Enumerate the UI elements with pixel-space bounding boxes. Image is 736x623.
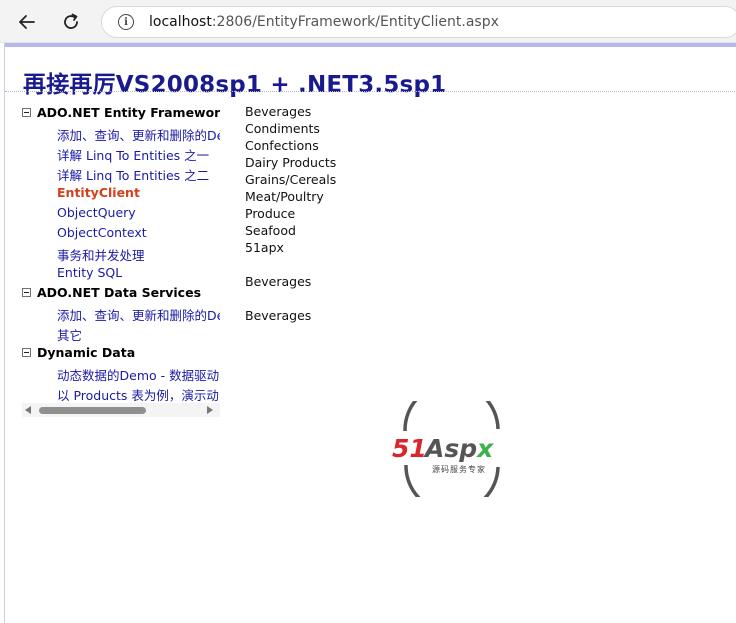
- address-bar[interactable]: i localhost:2806/EntityFramework/EntityC…: [101, 6, 736, 38]
- tree-item-entity-sql[interactable]: Entity SQL: [57, 265, 122, 280]
- logo-aspx-text: Aspx: [423, 434, 494, 463]
- reload-icon: [64, 13, 78, 29]
- tree-item-entityclient[interactable]: EntityClient: [57, 185, 140, 200]
- page-content: 再接再厉VS2008sp1 + .NET3.5sp1 ADO.NET Entit…: [4, 43, 736, 623]
- logo-x-letter: x: [475, 434, 494, 463]
- tree-item-objectquery[interactable]: ObjectQuery: [57, 205, 136, 220]
- result-line: Beverages: [245, 274, 312, 289]
- scroll-right-icon[interactable]: [207, 406, 213, 414]
- list-item: 51apx: [245, 240, 284, 255]
- browser-toolbar: i localhost:2806/EntityFramework/EntityC…: [0, 0, 736, 43]
- collapse-icon[interactable]: [22, 348, 31, 357]
- back-arrow-icon: [19, 15, 35, 29]
- tree-item-crud-demo[interactable]: 添加、查询、更新和删除的De: [57, 125, 220, 144]
- tree-item-objectcontext[interactable]: ObjectContext: [57, 225, 147, 240]
- url-text[interactable]: localhost:2806/EntityFramework/EntityCli…: [149, 14, 499, 30]
- tree-item-linq-2[interactable]: 详解 Linq To Entities 之二: [57, 165, 209, 184]
- list-item: Confections: [245, 138, 319, 153]
- back-button[interactable]: [14, 9, 40, 35]
- tree-item-ds-crud-demo[interactable]: 添加、查询、更新和删除的De: [57, 305, 220, 324]
- list-item: Beverages: [245, 104, 312, 119]
- top-accent-line: [5, 43, 736, 47]
- list-item: Condiments: [245, 121, 320, 136]
- list-item: Produce: [245, 206, 296, 221]
- reload-button[interactable]: [58, 9, 84, 35]
- tree-item-dd-demo[interactable]: 动态数据的Demo - 数据驱动: [57, 365, 219, 384]
- scroll-left-icon[interactable]: [25, 406, 31, 414]
- list-item: Meat/Poultry: [245, 189, 324, 204]
- tree-item-transactions[interactable]: 事务和并发处理: [57, 245, 145, 264]
- tree-group-dynamic-data[interactable]: Dynamic Data: [22, 345, 135, 360]
- logo-51-text: 51: [392, 434, 427, 463]
- tree-item-linq-1[interactable]: 详解 Linq To Entities 之一: [57, 145, 209, 164]
- url-host: localhost: [149, 14, 212, 30]
- url-path: :2806/EntityFramework/EntityClient.aspx: [211, 14, 499, 30]
- site-info-icon[interactable]: i: [118, 14, 134, 30]
- title-divider: [5, 91, 736, 92]
- result-line: Beverages: [245, 308, 312, 323]
- tree-group-label[interactable]: ADO.NET Data Services: [37, 285, 201, 300]
- tree-group-label[interactable]: Dynamic Data: [37, 345, 135, 360]
- tree-horizontal-scrollbar[interactable]: [22, 403, 220, 417]
- list-item: Dairy Products: [245, 155, 337, 170]
- collapse-icon[interactable]: [22, 108, 31, 117]
- scroll-thumb[interactable]: [39, 407, 146, 414]
- collapse-icon[interactable]: [22, 288, 31, 297]
- tree-group-label[interactable]: ADO.NET Entity Framework: [37, 105, 220, 120]
- 51aspx-logo: 51 Aspx 源码服务专家: [392, 401, 500, 497]
- page-title: 再接再厉VS2008sp1 + .NET3.5sp1: [23, 72, 447, 98]
- logo-tagline: 源码服务专家: [432, 464, 486, 474]
- nav-tree: ADO.NET Entity Framework 添加、查询、更新和删除的De …: [22, 105, 220, 410]
- list-item: Grains/Cereals: [245, 172, 337, 187]
- tree-group-entity-framework[interactable]: ADO.NET Entity Framework: [22, 105, 220, 120]
- tree-item-dd-products[interactable]: 以 Products 表为例，演示动: [57, 385, 219, 404]
- tree-item-ds-other[interactable]: 其它: [57, 325, 82, 344]
- list-item: Seafood: [245, 223, 296, 238]
- tree-group-data-services[interactable]: ADO.NET Data Services: [22, 285, 201, 300]
